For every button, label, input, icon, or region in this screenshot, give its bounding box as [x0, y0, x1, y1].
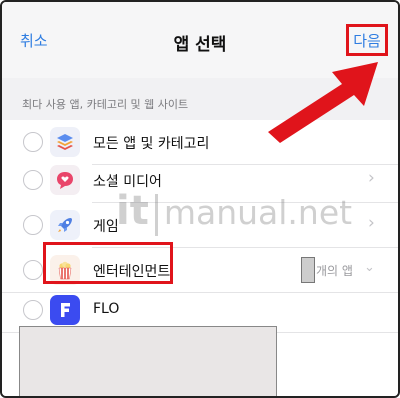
- chevron-down-icon[interactable]: ⌄: [364, 260, 375, 275]
- radio-button[interactable]: [23, 215, 43, 235]
- app-count-suffix: 개의 앱: [316, 264, 353, 278]
- entertainment-highlight-box: [43, 242, 173, 284]
- next-button[interactable]: 다음: [346, 24, 388, 56]
- flo-app-icon: [50, 295, 80, 325]
- screen-frame: 취소 앱 선택 다음 최다 사용 앱, 카테고리 및 웹 사이트 모든 앱 및 …: [0, 0, 400, 398]
- watermark-brand: it: [116, 188, 149, 234]
- stack-layers-icon: [50, 127, 80, 157]
- rocket-icon: [50, 210, 80, 240]
- app-count-value: [301, 257, 315, 283]
- section-header: 최다 사용 앱, 카테고리 및 웹 사이트: [22, 98, 189, 111]
- chevron-right-icon: ›: [368, 168, 375, 188]
- annotation-arrow-icon: [268, 62, 378, 143]
- list-item-label: 모든 앱 및 카테고리: [93, 136, 210, 152]
- watermark-site: manual.net: [163, 193, 353, 232]
- radio-button[interactable]: [23, 170, 43, 190]
- speech-bubble-heart-icon: [50, 165, 80, 195]
- page-title: 앱 선택: [173, 35, 227, 55]
- watermark-divider: [154, 193, 158, 236]
- watermark: it manual.net: [116, 188, 352, 236]
- redacted-block: [19, 326, 277, 396]
- radio-button[interactable]: [23, 260, 43, 280]
- list-item-label: FLO: [93, 301, 120, 317]
- radio-button[interactable]: [23, 132, 43, 152]
- list-item-label: 게임: [93, 219, 119, 235]
- radio-button[interactable]: [23, 300, 43, 320]
- chevron-right-icon: ›: [368, 213, 375, 233]
